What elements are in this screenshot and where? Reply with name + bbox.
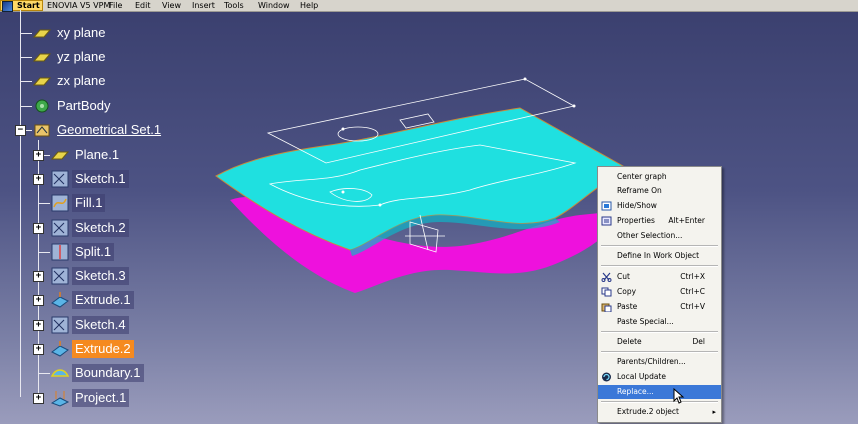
- menu-paste-special[interactable]: Paste Special...: [598, 315, 721, 329]
- tree-label: zx plane: [57, 73, 106, 88]
- menu-parents-children[interactable]: Parents/Children...: [598, 355, 721, 369]
- menu-paste[interactable]: Paste Ctrl+V: [598, 300, 721, 314]
- menu-properties[interactable]: Properties Alt+Enter: [598, 214, 721, 228]
- menu-replace[interactable]: Replace...: [598, 385, 721, 399]
- geometrical-set-icon: [34, 124, 50, 137]
- expand-icon[interactable]: +: [33, 223, 44, 234]
- plane-icon: [32, 29, 52, 38]
- expand-icon[interactable]: +: [33, 320, 44, 331]
- tree-label: Fill.1: [72, 194, 106, 212]
- tree-label: Sketch.2: [72, 219, 129, 237]
- menu-hide-show[interactable]: Hide/Show: [598, 199, 721, 213]
- expand-icon[interactable]: +: [33, 295, 44, 306]
- gear-icon: [35, 99, 49, 113]
- tree-label: Split.1: [72, 243, 115, 261]
- tree-label: Extrude.1: [72, 291, 134, 309]
- menu-delete[interactable]: Delete Del: [598, 335, 721, 349]
- tree-label: Sketch.1: [72, 170, 129, 188]
- tree-label: Boundary.1: [72, 364, 144, 382]
- expand-icon[interactable]: +: [33, 150, 44, 161]
- context-menu: Center graph Reframe On Hide/Show Proper…: [597, 166, 722, 423]
- extrude-icon: [51, 341, 69, 357]
- menu-cut[interactable]: Cut Ctrl+X: [598, 270, 721, 284]
- scissors-icon: [601, 272, 612, 282]
- tree-label: PartBody: [57, 98, 111, 113]
- tree-label: xy plane: [57, 25, 106, 40]
- tree-label: Sketch.3: [72, 267, 129, 285]
- mouse-cursor-icon: [673, 388, 685, 404]
- sketch-icon: [51, 219, 69, 237]
- expand-icon[interactable]: +: [33, 344, 44, 355]
- expand-icon[interactable]: +: [33, 271, 44, 282]
- menu-copy[interactable]: Copy Ctrl+C: [598, 285, 721, 299]
- menu-define-in-work-object[interactable]: Define In Work Object: [598, 249, 721, 263]
- sketch-icon: [51, 267, 69, 285]
- menu-reframe-on[interactable]: Reframe On: [598, 184, 721, 198]
- tree-label: Extrude.2: [72, 340, 134, 358]
- tree-label: yz plane: [57, 49, 106, 64]
- split-icon: [51, 243, 69, 261]
- plane-icon: [32, 77, 52, 86]
- plane-icon: [32, 53, 52, 62]
- submenu-arrow-icon: ▸: [712, 408, 716, 416]
- boundary-icon: [50, 369, 70, 377]
- expand-icon[interactable]: +: [33, 174, 44, 185]
- plane-icon: [50, 151, 70, 160]
- menu-other-selection[interactable]: Other Selection...: [598, 229, 721, 243]
- tree-label: Plane.1: [75, 147, 120, 162]
- menu-object-submenu[interactable]: Extrude.2 object ▸: [598, 405, 721, 419]
- update-icon: [602, 372, 611, 382]
- tree-label: Geometrical Set.1: [57, 122, 162, 137]
- collapse-icon[interactable]: −: [15, 125, 26, 136]
- copy-icon: [601, 287, 612, 297]
- project-icon: [50, 391, 70, 407]
- sketch-icon: [51, 316, 69, 334]
- tree-label: Project.1: [72, 389, 130, 407]
- 3d-viewport[interactable]: [0, 0, 858, 424]
- expand-icon[interactable]: +: [33, 393, 44, 404]
- properties-icon: [601, 216, 612, 226]
- menu-local-update[interactable]: Local Update: [598, 370, 721, 384]
- paste-icon: [601, 303, 612, 312]
- fill-icon: [51, 194, 69, 212]
- tree-label: Sketch.4: [72, 316, 129, 334]
- sketch-icon: [51, 170, 69, 188]
- hide-show-icon: [601, 201, 612, 211]
- extrude-icon: [51, 292, 69, 308]
- menu-center-graph[interactable]: Center graph: [598, 170, 721, 184]
